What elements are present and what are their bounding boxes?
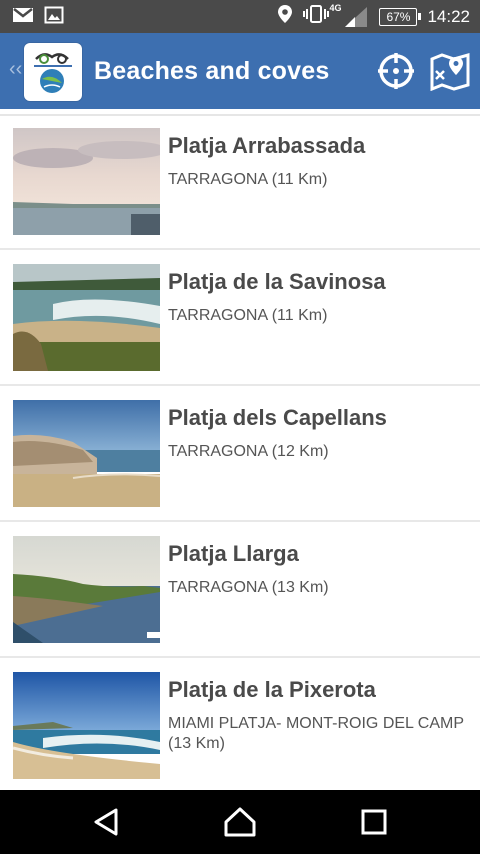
beach-list[interactable]: Platja Arrabassada TARRAGONA (11 Km) Pla… xyxy=(0,114,480,790)
home-icon[interactable] xyxy=(222,806,258,838)
beach-name: Platja dels Capellans xyxy=(168,405,387,430)
signal-icon: 4G xyxy=(329,3,369,29)
recents-icon[interactable] xyxy=(356,806,392,838)
battery-icon: 67% xyxy=(379,7,422,26)
beach-location: TARRAGONA (13 Km) xyxy=(168,579,329,596)
list-item[interactable]: Platja dels Capellans TARRAGONA (12 Km) xyxy=(0,386,480,522)
vibrate-icon xyxy=(303,4,330,29)
gallery-icon xyxy=(44,6,64,29)
beach-name: Platja Llarga xyxy=(168,541,299,566)
clock: 14:22 xyxy=(427,6,470,26)
beach-photo xyxy=(13,536,160,643)
beach-location: TARRAGONA (11 Km) xyxy=(168,171,328,188)
location-icon xyxy=(277,4,293,29)
status-bar: 4G 67% 14:22 xyxy=(0,0,480,33)
beach-name: Platja de la Savinosa xyxy=(168,269,386,294)
back-icon[interactable] xyxy=(88,806,124,838)
beach-location: TARRAGONA (12 Km) xyxy=(168,443,329,460)
beach-photo xyxy=(13,264,160,371)
list-item[interactable]: Platja Arrabassada TARRAGONA (11 Km) xyxy=(0,114,480,250)
beach-name: Platja de la Pixerota xyxy=(168,677,376,702)
app-bar: ‹‹ Beaches and coves xyxy=(0,33,480,109)
list-item[interactable]: Platja Llarga TARRAGONA (13 Km) xyxy=(0,522,480,658)
locate-icon[interactable] xyxy=(376,51,416,91)
navigation-bar xyxy=(0,790,480,854)
battery-level: 67% xyxy=(386,9,411,24)
map-icon[interactable] xyxy=(430,51,470,92)
beach-location: TARRAGONA (11 Km) xyxy=(168,307,328,324)
notification-icons xyxy=(12,6,64,29)
list-item[interactable]: Platja de la Pixerota MIAMI PLATJA- MONT… xyxy=(0,658,480,790)
beach-photo xyxy=(13,128,160,235)
beach-photo xyxy=(13,400,160,507)
beach-location: MIAMI PLATJA- MONT-ROIG DEL CAMP (13 Km) xyxy=(168,715,464,752)
app-logo[interactable] xyxy=(24,43,82,101)
beach-photo xyxy=(13,672,160,779)
beach-name: Platja Arrabassada xyxy=(168,133,366,158)
gmail-icon xyxy=(12,6,34,29)
back-chevron-icon[interactable]: ‹‹ xyxy=(9,59,22,79)
page-title: Beaches and coves xyxy=(94,57,330,85)
network-type: 4G xyxy=(329,2,342,13)
list-item[interactable]: Platja de la Savinosa TARRAGONA (11 Km) xyxy=(0,250,480,386)
